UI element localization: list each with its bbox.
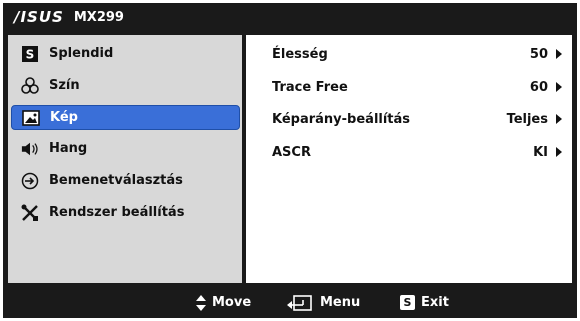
setting-value: KI (533, 144, 548, 160)
sidebar-item-label: Bemenetválasztás (49, 173, 183, 188)
settings-panel: Élesség 50 Trace Free 60 Képarány-beállí… (246, 35, 572, 283)
sidebar-item-bemenetvalasztas[interactable]: Bemenetválasztás (11, 169, 238, 192)
setting-label: Képarány-beállítás (272, 111, 411, 127)
exit-key-icon: S (400, 295, 415, 310)
arrow-right-icon (556, 49, 562, 59)
sidebar-item-label: Rendszer beállítás (49, 205, 185, 220)
up-down-arrow-icon (196, 294, 206, 311)
sidebar-item-kep[interactable]: Kép (11, 105, 240, 130)
arrow-right-icon (556, 114, 562, 124)
setting-row-keparany[interactable]: Képarány-beállítás Teljes (246, 108, 572, 130)
setting-label: Trace Free (272, 79, 348, 95)
sidebar-item-splendid[interactable]: S Splendid (11, 42, 238, 65)
arrow-right-icon (556, 147, 562, 157)
sidebar-item-label: Kép (50, 110, 78, 125)
setting-row-ascr[interactable]: ASCR KI (246, 141, 572, 163)
setting-row-trace-free[interactable]: Trace Free 60 (246, 76, 572, 98)
osd-window: /ISUS MX299 S Splendid Szín Kép Hang Bem… (3, 3, 577, 318)
move-hint[interactable]: Move (196, 294, 252, 311)
sidebar-item-rendszer-beallitas[interactable]: Rendszer beállítás (11, 201, 238, 224)
menu-hint[interactable]: Menu (286, 294, 361, 311)
model-name: MX299 (73, 9, 124, 25)
setting-value: 50 (529, 46, 548, 62)
sidebar-item-label: Szín (49, 78, 80, 93)
brand-logo: /ISUS (14, 8, 64, 26)
splendid-icon: S (21, 45, 39, 63)
setting-value: 60 (529, 79, 548, 95)
sidebar-item-label: Hang (49, 141, 88, 156)
setting-value: Teljes (506, 111, 548, 127)
enter-key-icon (286, 294, 312, 311)
arrow-right-icon (556, 82, 562, 92)
sidebar: S Splendid Szín Kép Hang Bemenetválasztá… (8, 35, 242, 283)
setting-row-elesseg[interactable]: Élesség 50 (246, 43, 572, 65)
sidebar-item-label: Splendid (49, 46, 114, 61)
sidebar-item-hang[interactable]: Hang (11, 137, 238, 160)
menu-label: Menu (320, 295, 361, 310)
sidebar-item-szin[interactable]: Szín (11, 74, 238, 97)
footer-bar: Move Menu S Exit (3, 287, 577, 318)
exit-label: Exit (421, 295, 449, 310)
setting-label: Élesség (272, 46, 328, 62)
tools-icon (21, 204, 39, 222)
speaker-icon (21, 140, 39, 158)
svg-text:S: S (26, 47, 35, 61)
input-icon (21, 172, 39, 190)
move-label: Move (212, 295, 252, 310)
setting-label: ASCR (272, 144, 311, 160)
image-icon (22, 109, 40, 127)
title-bar: /ISUS MX299 (3, 3, 577, 31)
color-icon (21, 76, 39, 95)
exit-hint[interactable]: S Exit (400, 295, 449, 310)
